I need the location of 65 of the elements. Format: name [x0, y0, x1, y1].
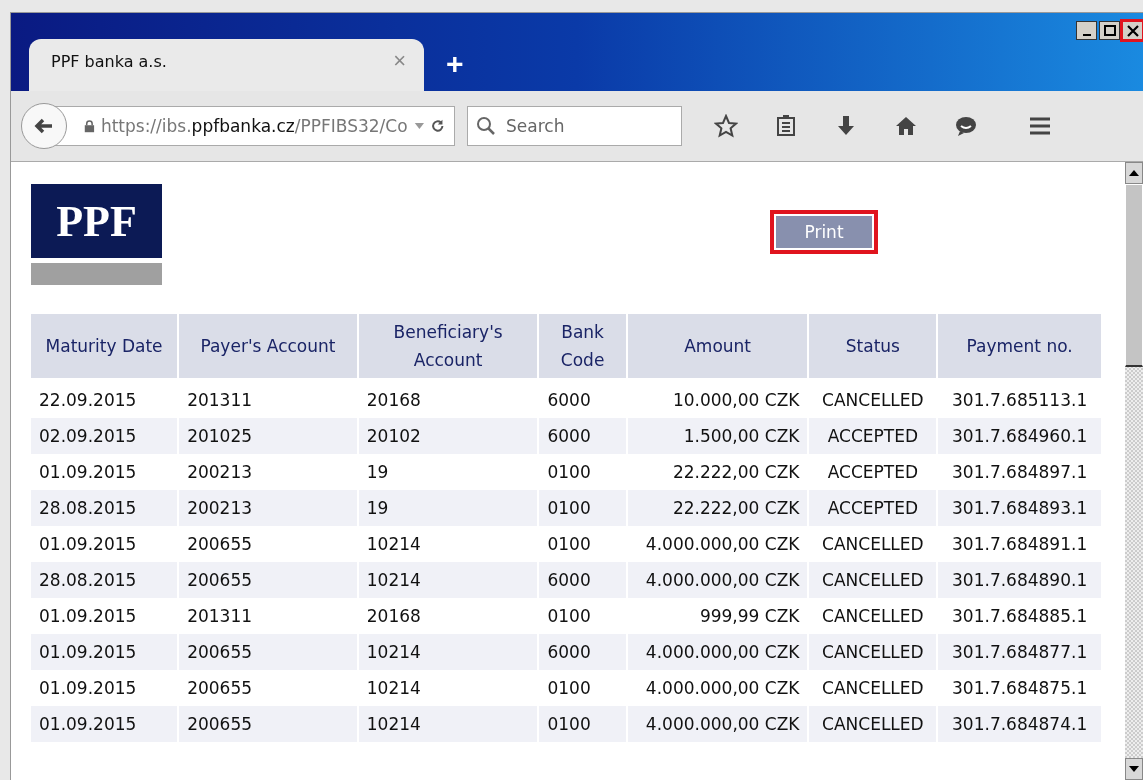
table-cell: CANCELLED — [809, 562, 937, 598]
table-cell: 02.09.2015 — [31, 418, 178, 454]
table-cell: 10214 — [358, 634, 538, 670]
search-icon — [476, 116, 496, 136]
table-cell: 10214 — [358, 706, 538, 742]
lock-icon — [84, 118, 95, 134]
table-cell: 22.222,00 CZK — [627, 490, 808, 526]
table-cell: 20102 — [358, 418, 538, 454]
table-cell: 301.7.684890.1 — [938, 562, 1101, 598]
scroll-down-button[interactable] — [1125, 758, 1143, 780]
table-cell: 200655 — [179, 634, 357, 670]
maximize-button[interactable] — [1099, 21, 1120, 40]
browser-tab[interactable]: PPF banka a.s. × — [29, 39, 424, 91]
minimize-button[interactable] — [1076, 21, 1097, 40]
dropdown-icon[interactable] — [413, 121, 425, 131]
table-cell: 28.08.2015 — [31, 490, 178, 526]
table-cell: 0100 — [539, 706, 626, 742]
table-cell: 200655 — [179, 562, 357, 598]
url-field[interactable]: https://ibs.ppfbanka.cz/PPFIBS32/Co — [55, 106, 455, 146]
search-input[interactable]: Search — [504, 115, 658, 137]
table-cell: 200213 — [179, 490, 357, 526]
table-cell: 4.000.000,00 CZK — [627, 562, 808, 598]
maximize-icon — [1102, 23, 1117, 38]
down-arrow-icon — [1128, 765, 1140, 773]
table-cell: 201025 — [179, 418, 357, 454]
column-header: Status — [809, 314, 937, 378]
table-cell: CANCELLED — [809, 706, 937, 742]
table-cell: 6000 — [539, 418, 626, 454]
table-cell: 0100 — [539, 490, 626, 526]
up-arrow-icon — [1128, 169, 1140, 177]
table-cell: 10214 — [358, 562, 538, 598]
minimize-icon — [1082, 33, 1091, 36]
bank-logo: PPF — [31, 184, 162, 285]
table-cell: ACCEPTED — [809, 490, 937, 526]
column-header: Bank Code — [539, 314, 626, 378]
table-cell: 6000 — [539, 562, 626, 598]
table-cell: 1.500,00 CZK — [627, 418, 808, 454]
table-cell: 01.09.2015 — [31, 634, 178, 670]
table-cell: 01.09.2015 — [31, 706, 178, 742]
table-cell: 200655 — [179, 706, 357, 742]
tab-title: PPF banka a.s. — [51, 51, 167, 71]
table-cell: 301.7.684874.1 — [938, 706, 1101, 742]
table-cell: ACCEPTED — [809, 418, 937, 454]
table-cell: CANCELLED — [809, 634, 937, 670]
new-tab-button[interactable]: + — [446, 47, 464, 81]
close-icon — [1125, 23, 1140, 38]
column-header: Maturity Date — [31, 314, 178, 378]
column-header: Beneficiary's Account — [358, 314, 538, 378]
table-cell: 301.7.684877.1 — [938, 634, 1101, 670]
column-header: Payment no. — [938, 314, 1101, 378]
close-button[interactable] — [1122, 21, 1143, 40]
table-cell: 28.08.2015 — [31, 562, 178, 598]
scrollbar[interactable] — [1125, 162, 1143, 780]
table-cell: 6000 — [539, 634, 626, 670]
url-text: https://ibs.ppfbanka.cz/PPFIBS32/Co — [100, 116, 408, 136]
table-cell: 4.000.000,00 CZK — [627, 634, 808, 670]
table-cell: 4.000.000,00 CZK — [627, 706, 808, 742]
table-cell: 301.7.684893.1 — [938, 490, 1101, 526]
search-field[interactable]: Search — [467, 106, 682, 146]
back-button[interactable] — [21, 103, 67, 149]
scroll-up-button[interactable] — [1125, 162, 1143, 184]
column-header: Payer's Account — [179, 314, 357, 378]
table-cell: 301.7.684960.1 — [938, 418, 1101, 454]
column-header: Amount — [627, 314, 808, 378]
table-cell: 19 — [358, 490, 538, 526]
